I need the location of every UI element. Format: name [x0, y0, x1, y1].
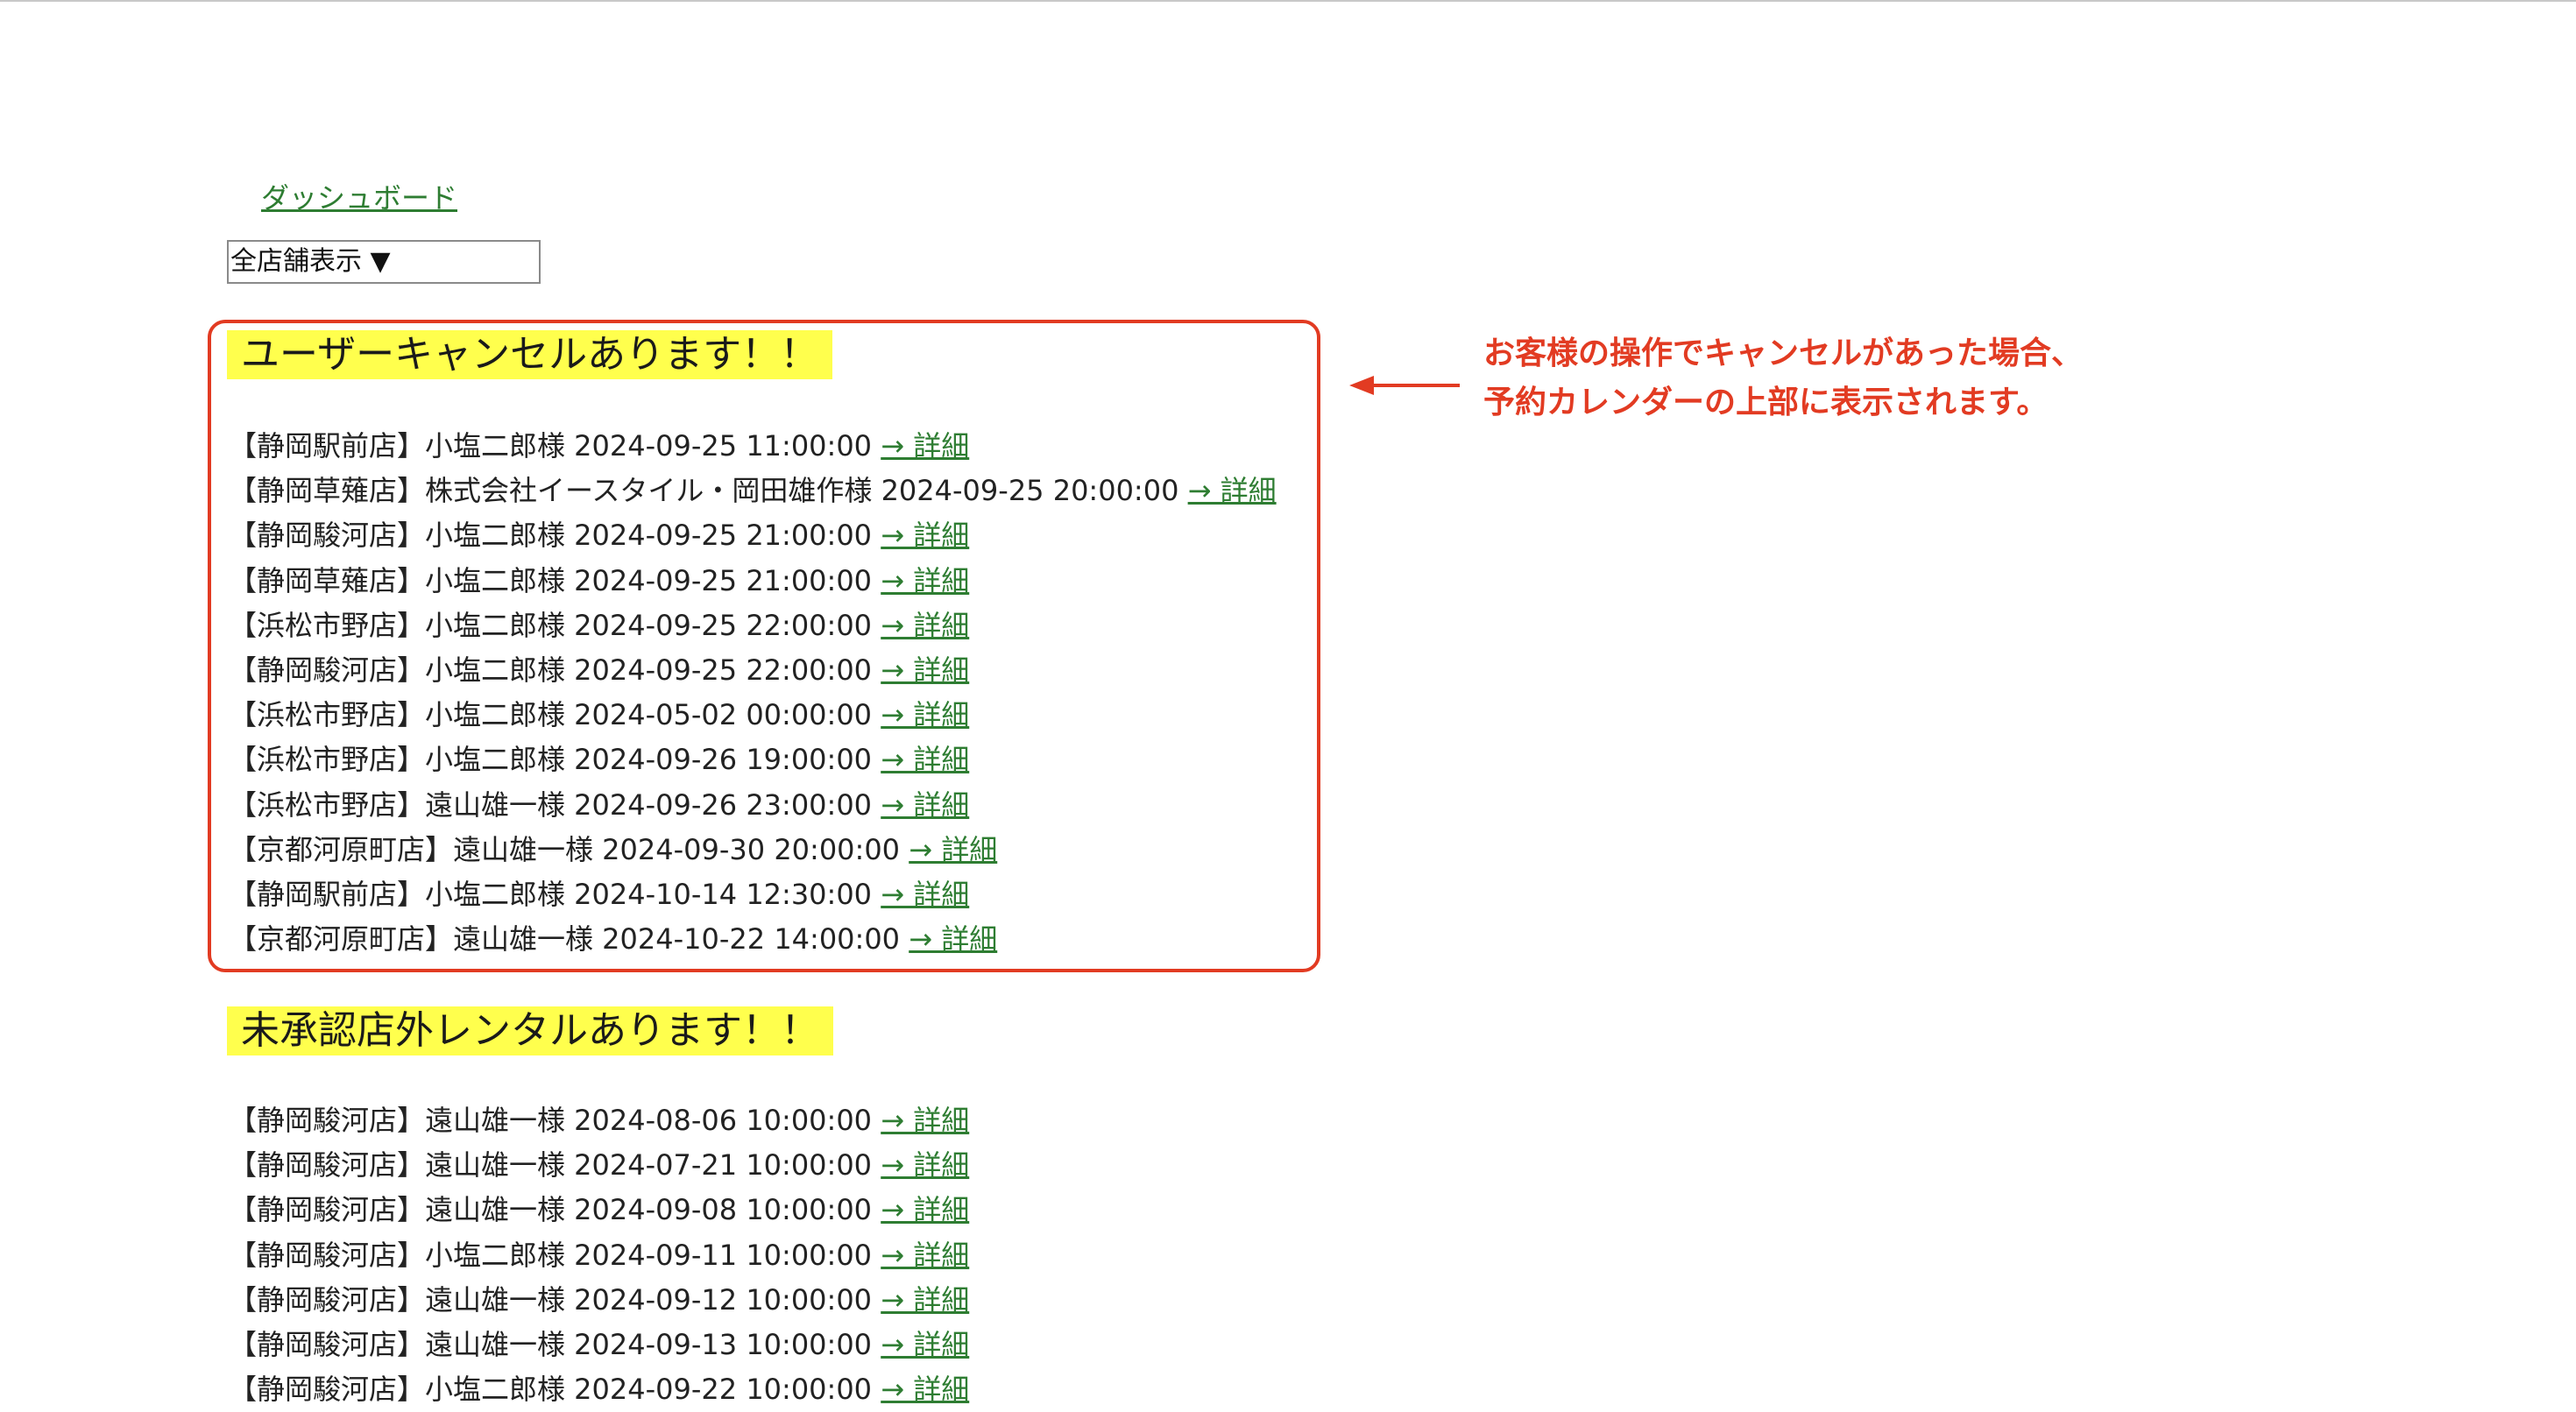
reservation-info: 【静岡駿河店】遠山雄一様 2024-07-21 10:00:00: [229, 1148, 881, 1183]
list-item: 【静岡駿河店】遠山雄一様 2024-09-13 10:00:00 → 詳細: [229, 1323, 969, 1367]
detail-link[interactable]: → 詳細: [881, 788, 969, 822]
reservation-info: 【静岡駿河店】小塩二郎様 2024-09-11 10:00:00: [229, 1238, 881, 1272]
unapproved-rental-list: 【静岡駿河店】遠山雄一様 2024-08-06 10:00:00 → 詳細 【静岡…: [229, 1098, 969, 1412]
reservation-info: 【静岡駿河店】小塩二郎様 2024-09-22 10:00:00: [229, 1373, 881, 1407]
reservation-info: 【静岡駿河店】小塩二郎様 2024-09-25 22:00:00: [229, 653, 881, 687]
list-item: 【静岡駿河店】小塩二郎様 2024-09-11 10:00:00 → 詳細: [229, 1233, 969, 1278]
reservation-info: 【静岡駿河店】遠山雄一様 2024-09-12 10:00:00: [229, 1282, 881, 1317]
list-item: 【静岡駿河店】遠山雄一様 2024-09-08 10:00:00 → 詳細: [229, 1188, 969, 1232]
store-filter-select[interactable]: 全店舗表示 ▼: [227, 240, 541, 284]
list-item: 【静岡駿河店】遠山雄一様 2024-08-06 10:00:00 → 詳細: [229, 1098, 969, 1143]
reservation-info: 【静岡草薙店】小塩二郎様 2024-09-25 21:00:00: [229, 563, 881, 597]
reservation-info: 【静岡駿河店】小塩二郎様 2024-09-25 21:00:00: [229, 519, 881, 553]
list-item: 【京都河原町店】遠山雄一様 2024-09-30 20:00:00 → 詳細: [229, 828, 1277, 872]
annotation-note: お客様の操作でキャンセルがあった場合、 予約カレンダーの上部に表示されます。: [1483, 329, 2083, 427]
dashboard-link[interactable]: ダッシュボード: [261, 177, 457, 219]
list-item: 【浜松市野店】小塩二郎様 2024-09-26 19:00:00 → 詳細: [229, 738, 1277, 782]
detail-link[interactable]: → 詳細: [881, 429, 969, 462]
detail-link[interactable]: → 詳細: [881, 1373, 969, 1406]
list-item: 【静岡駿河店】遠山雄一様 2024-09-12 10:00:00 → 詳細: [229, 1278, 969, 1323]
reservation-info: 【京都河原町店】遠山雄一様 2024-09-30 20:00:00: [229, 832, 909, 866]
list-item: 【浜松市野店】遠山雄一様 2024-09-26 23:00:00 → 詳細: [229, 783, 1277, 828]
list-item: 【静岡駿河店】小塩二郎様 2024-09-22 10:00:00 → 詳細: [229, 1367, 969, 1412]
cancellation-heading: ユーザーキャンセルあります！！: [227, 330, 833, 379]
list-item: 【静岡駅前店】小塩二郎様 2024-09-25 11:00:00 → 詳細: [229, 424, 1277, 469]
reservation-info: 【浜松市野店】小塩二郎様 2024-09-26 19:00:00: [229, 743, 881, 777]
annotation-line-1: お客様の操作でキャンセルがあった場合、: [1483, 335, 2084, 371]
list-item: 【京都河原町店】遠山雄一様 2024-10-22 14:00:00 → 詳細: [229, 917, 1277, 962]
detail-link[interactable]: → 詳細: [881, 519, 969, 552]
reservation-info: 【浜松市野店】小塩二郎様 2024-09-25 22:00:00: [229, 608, 881, 642]
detail-link[interactable]: → 詳細: [909, 922, 997, 956]
list-item: 【浜松市野店】小塩二郎様 2024-05-02 00:00:00 → 詳細: [229, 693, 1277, 738]
list-item: 【静岡駅前店】小塩二郎様 2024-10-14 12:30:00 → 詳細: [229, 872, 1277, 917]
list-item: 【静岡駿河店】遠山雄一様 2024-07-21 10:00:00 → 詳細: [229, 1143, 969, 1188]
list-item: 【静岡草薙店】株式会社イースタイル・岡田雄作様 2024-09-25 20:00…: [229, 469, 1277, 513]
list-item: 【静岡駿河店】小塩二郎様 2024-09-25 22:00:00 → 詳細: [229, 648, 1277, 693]
list-item: 【浜松市野店】小塩二郎様 2024-09-25 22:00:00 → 詳細: [229, 604, 1277, 648]
reservation-info: 【静岡駅前店】小塩二郎様 2024-10-14 12:30:00: [229, 877, 881, 911]
left-arrow-icon: [1349, 376, 1460, 395]
reservation-info: 【浜松市野店】遠山雄一様 2024-09-26 23:00:00: [229, 787, 881, 822]
detail-link[interactable]: → 詳細: [881, 1239, 969, 1272]
detail-link[interactable]: → 詳細: [881, 1104, 969, 1137]
reservation-info: 【静岡駿河店】遠山雄一様 2024-09-08 10:00:00: [229, 1193, 881, 1227]
detail-link[interactable]: → 詳細: [1188, 474, 1277, 507]
reservation-info: 【静岡草薙店】株式会社イースタイル・岡田雄作様 2024-09-25 20:00…: [229, 474, 1188, 508]
detail-link[interactable]: → 詳細: [881, 878, 969, 911]
detail-link[interactable]: → 詳細: [881, 1148, 969, 1182]
reservation-info: 【浜松市野店】小塩二郎様 2024-05-02 00:00:00: [229, 698, 881, 732]
unapproved-rental-heading: 未承認店外レンタルあります！！: [227, 1006, 833, 1055]
list-item: 【静岡駿河店】小塩二郎様 2024-09-25 21:00:00 → 詳細: [229, 513, 1277, 558]
detail-link[interactable]: → 詳細: [909, 833, 997, 866]
detail-link[interactable]: → 詳細: [881, 653, 969, 687]
detail-link[interactable]: → 詳細: [881, 564, 969, 597]
annotation-line-2: 予約カレンダーの上部に表示されます。: [1483, 385, 2049, 420]
reservation-info: 【静岡駿河店】遠山雄一様 2024-09-13 10:00:00: [229, 1327, 881, 1361]
detail-link[interactable]: → 詳細: [881, 609, 969, 642]
detail-link[interactable]: → 詳細: [881, 1328, 969, 1361]
reservation-info: 【静岡駿河店】遠山雄一様 2024-08-06 10:00:00: [229, 1104, 881, 1137]
detail-link[interactable]: → 詳細: [881, 743, 969, 776]
detail-link[interactable]: → 詳細: [881, 1283, 969, 1317]
reservation-info: 【静岡駅前店】小塩二郎様 2024-09-25 11:00:00: [229, 429, 881, 462]
detail-link[interactable]: → 詳細: [881, 1193, 969, 1226]
detail-link[interactable]: → 詳細: [881, 698, 969, 731]
list-item: 【静岡草薙店】小塩二郎様 2024-09-25 21:00:00 → 詳細: [229, 559, 1277, 604]
top-divider: [0, 0, 2576, 2]
reservation-info: 【京都河原町店】遠山雄一様 2024-10-22 14:00:00: [229, 922, 909, 957]
cancellation-list: 【静岡駅前店】小塩二郎様 2024-09-25 11:00:00 → 詳細 【静岡…: [229, 424, 1277, 962]
